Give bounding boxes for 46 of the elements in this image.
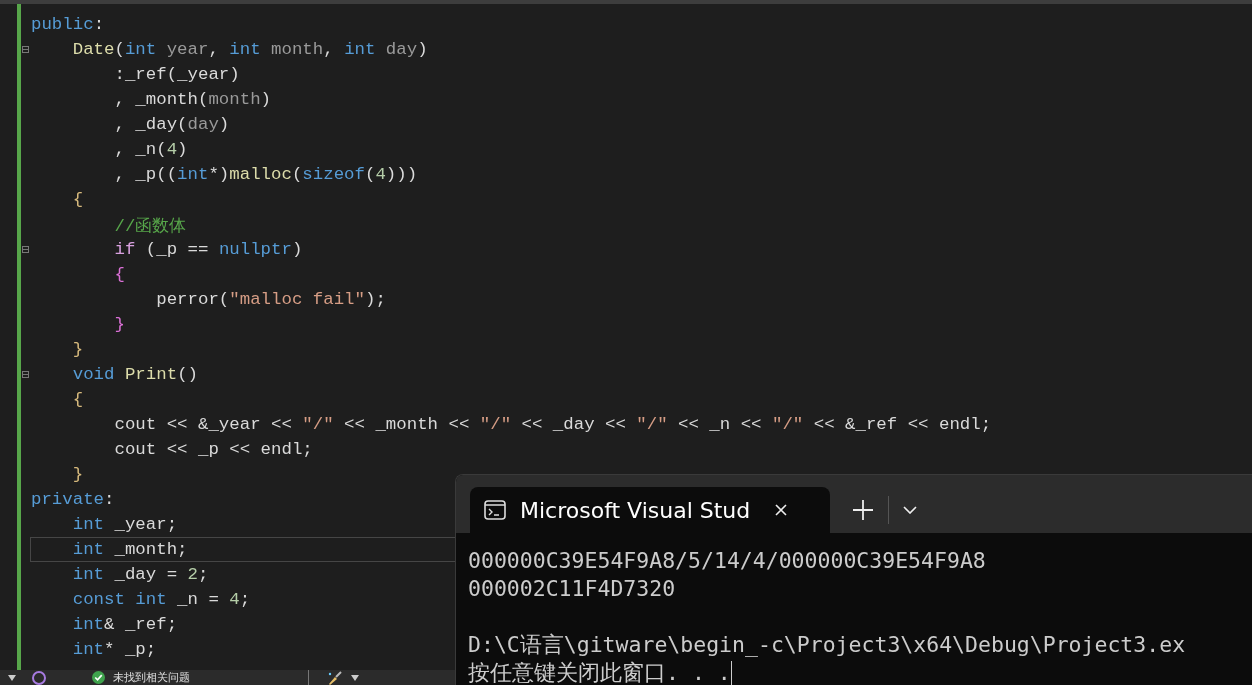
code-line: , _day(day) — [113, 115, 230, 134]
console-icon — [484, 500, 506, 520]
code-line: :_ref(_year) — [113, 65, 240, 84]
code-line: //函数体 — [113, 215, 187, 237]
collapse-icon[interactable] — [22, 371, 29, 378]
code-line: int* _p; — [71, 640, 157, 659]
code-line: perror("malloc fail"); — [155, 290, 386, 309]
code-line: , _p((int*)malloc(sizeof(4))) — [113, 165, 418, 184]
close-icon[interactable] — [774, 503, 789, 517]
caret-icon[interactable] — [8, 674, 16, 681]
code-line: cout << &_year << "/" << _month << "/" << _day << "/" << _n << "/" << &_ref << endl; — [113, 415, 992, 434]
code-line: private: — [31, 490, 115, 509]
code-line: } — [71, 465, 84, 484]
code-line: cout << _p << endl; — [113, 440, 313, 459]
tab-title: Microsoft Visual Stud — [520, 497, 751, 523]
code-line: int _month; — [71, 540, 188, 559]
console-output-line: D:\C语言\gitware\begin_-c\Project3\x64\Debug\Project3.ex — [468, 631, 1187, 659]
collapse-icon[interactable] — [22, 46, 29, 53]
code-line: int _year; — [71, 515, 178, 534]
code-line: if (_p == nullptr) — [113, 240, 303, 259]
code-line: { — [71, 390, 84, 409]
new-tab-icon[interactable] — [852, 499, 874, 521]
code-line: } — [113, 315, 125, 334]
code-line: int& _ref; — [71, 615, 178, 634]
brush-icon[interactable] — [327, 670, 343, 685]
code-line: const int _n = 4; — [71, 590, 251, 609]
terminal-tab[interactable]: Microsoft Visual Stud — [470, 487, 830, 533]
code-line: void Print() — [71, 365, 198, 384]
console-output-line: 按任意键关闭此窗口. . . — [468, 659, 733, 685]
console-output-line: 000000C39E54F9A8/5/14/4/000000C39E54F9A8 — [468, 547, 987, 575]
code-line: { — [113, 265, 125, 284]
code-line: int _day = 2; — [71, 565, 209, 584]
caret-icon[interactable] — [351, 674, 359, 681]
code-line: } — [71, 340, 84, 359]
assistant-icon[interactable] — [32, 670, 46, 685]
chevron-icon[interactable] — [903, 506, 917, 514]
check-icon — [92, 671, 105, 684]
text-cursor — [730, 661, 732, 685]
code-line: public: — [31, 15, 105, 34]
issues-status[interactable]: 未找到相关问题 — [113, 670, 190, 685]
code-line: Date(int year, int month, int day) — [71, 40, 428, 59]
code-line: , _n(4) — [113, 140, 188, 159]
collapse-icon[interactable] — [22, 246, 29, 253]
code-line: { — [71, 190, 84, 209]
code-line: , _month(month) — [113, 90, 272, 109]
console-output-line: 000002C11F4D7320 — [468, 575, 677, 603]
